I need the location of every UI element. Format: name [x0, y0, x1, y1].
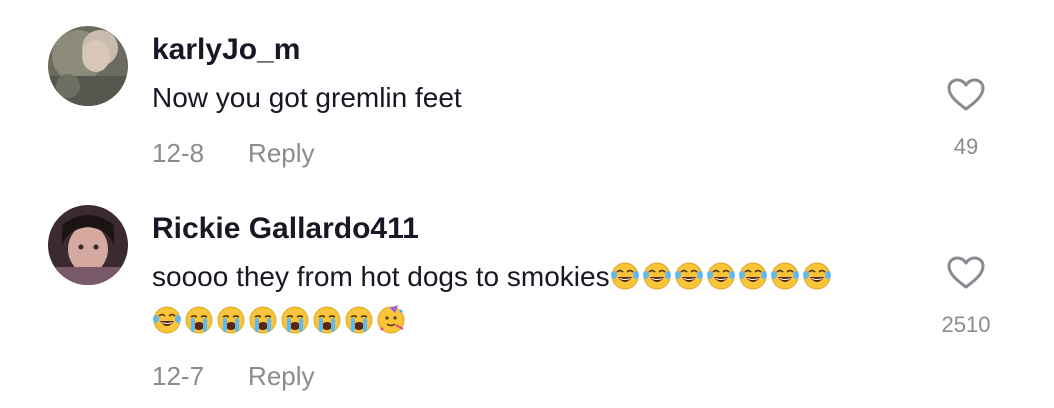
- comment-username[interactable]: Rickie Gallardo411: [152, 211, 419, 247]
- laughing-tears-emoji-icon: [674, 262, 703, 290]
- comment-text-body: Now you got gremlin feet: [152, 82, 462, 113]
- reply-button[interactable]: Reply: [248, 138, 314, 168]
- avatar[interactable]: [48, 205, 128, 285]
- laughing-tears-emoji-icon: [802, 262, 831, 290]
- heart-icon[interactable]: [947, 78, 985, 112]
- comment-meta: 12-7 Reply: [152, 360, 315, 392]
- crying-emoji-icon: [313, 306, 341, 334]
- comment-meta: 12-8 Reply: [152, 137, 315, 169]
- partying-face-emoji-icon: [377, 305, 405, 334]
- avatar-photo-icon: [48, 26, 128, 106]
- like-button[interactable]: 49: [936, 78, 996, 160]
- comment-date: 12-7: [152, 361, 205, 391]
- emoji-row-1: [610, 261, 834, 292]
- avatar[interactable]: [48, 26, 128, 106]
- comment-username[interactable]: karlyJo_m: [152, 32, 300, 68]
- like-count: 49: [953, 134, 979, 159]
- emoji-row-2: [152, 305, 408, 336]
- reply-button[interactable]: Reply: [248, 361, 314, 391]
- like-count: 2510: [941, 312, 991, 337]
- comment-text-body: soooo they from hot dogs to smokies: [152, 261, 610, 292]
- comment-text: soooo they from hot dogs to smokies: [152, 255, 912, 343]
- crying-emoji-icon: [249, 306, 277, 334]
- laughing-tears-emoji-icon: [153, 306, 181, 334]
- crying-emoji-icon: [217, 306, 245, 334]
- heart-icon[interactable]: [947, 256, 985, 290]
- crying-emoji-icon: [281, 306, 309, 334]
- comment-text: Now you got gremlin feet: [152, 76, 912, 120]
- laughing-tears-emoji-icon: [738, 262, 767, 290]
- laughing-tears-emoji-icon: [610, 262, 639, 290]
- laughing-tears-emoji-icon: [770, 262, 799, 290]
- laughing-tears-emoji-icon: [706, 262, 735, 290]
- crying-emoji-icon: [185, 306, 213, 334]
- laughing-tears-emoji-icon: [642, 262, 671, 290]
- like-button[interactable]: 2510: [936, 256, 996, 338]
- comment-date: 12-8: [152, 138, 205, 168]
- avatar-photo-icon: [48, 205, 128, 285]
- crying-emoji-icon: [345, 306, 373, 334]
